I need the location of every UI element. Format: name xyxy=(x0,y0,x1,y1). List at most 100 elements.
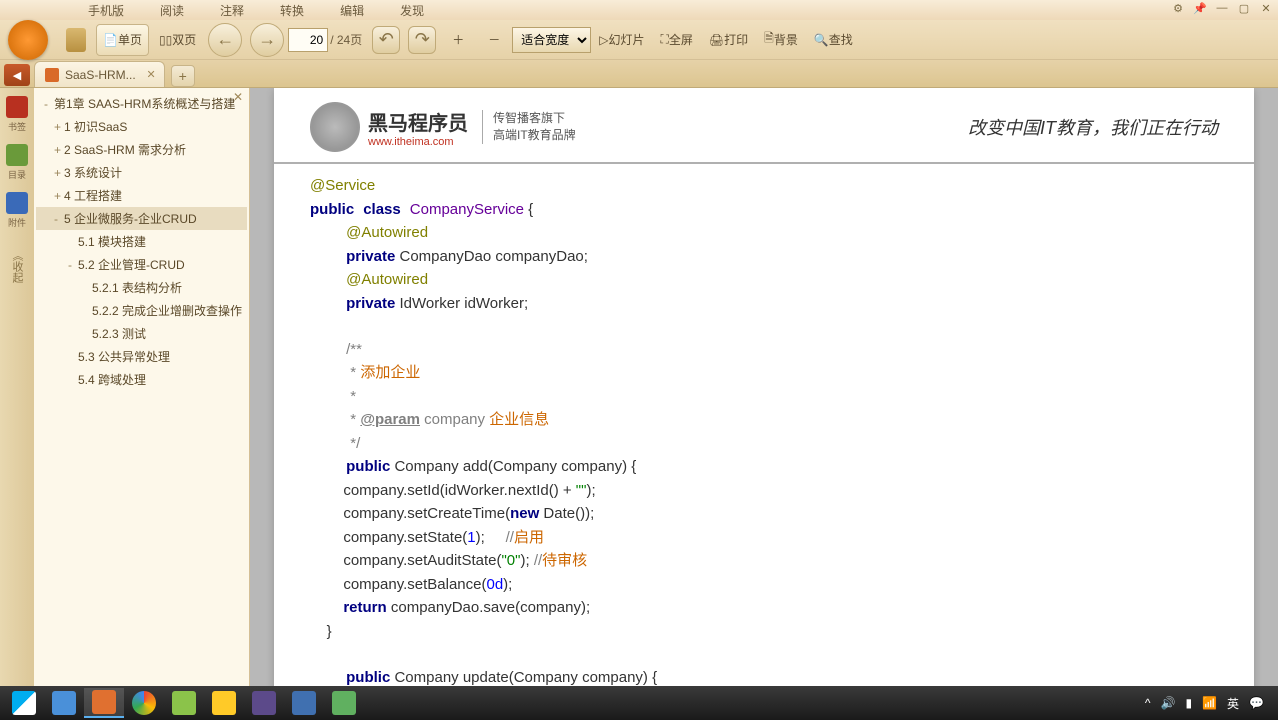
next-page-button[interactable]: → xyxy=(250,23,284,57)
brand-url: www.itheima.com xyxy=(368,136,468,148)
taskbar-app-2[interactable] xyxy=(84,688,124,718)
tab-title: SaaS-HRM... xyxy=(65,68,136,82)
outline-item[interactable]: 5.3 公共异常处理 xyxy=(36,345,247,368)
document-tab[interactable]: SaaS-HRM... ✕ xyxy=(34,61,165,87)
taskbar-app-8[interactable] xyxy=(324,688,364,718)
workspace: 书签 目录 附件 《收起 ✕ -第1章 SAAS-HRM系统概述与搭建+1 初识… xyxy=(0,88,1278,720)
outline-item[interactable]: 5.4 跨域处理 xyxy=(36,368,247,391)
single-page-button[interactable]: 📄单页 xyxy=(96,24,149,56)
new-tab-button[interactable]: + xyxy=(171,65,195,87)
window-controls: ⚙ 📌 — ▢ ✕ xyxy=(1170,2,1274,16)
print-button[interactable]: 🖨打印 xyxy=(703,24,754,56)
close-panel-icon[interactable]: ✕ xyxy=(233,90,243,104)
taskbar-explorer[interactable] xyxy=(204,688,244,718)
outline-label: 1 初识SaaS xyxy=(64,118,127,135)
expander-icon[interactable]: - xyxy=(54,212,64,226)
zoom-select[interactable]: 适合宽度 xyxy=(512,27,591,53)
outline-item[interactable]: 5.2.2 完成企业增删改查操作 xyxy=(36,299,247,322)
page-number-input[interactable] xyxy=(288,28,328,52)
tray-wifi-icon[interactable]: 📶 xyxy=(1202,696,1217,710)
expander-icon[interactable]: + xyxy=(54,143,64,157)
itheima-logo-icon xyxy=(310,102,360,152)
tray-volume-icon[interactable]: 🔊 xyxy=(1161,696,1176,710)
outline-item[interactable]: +2 SaaS-HRM 需求分析 xyxy=(36,138,247,161)
zoom-out-button[interactable]: － xyxy=(478,24,510,56)
expander-icon[interactable]: + xyxy=(54,166,64,180)
system-tray: ^ 🔊 ▮ 📶 英 💬 xyxy=(1145,695,1274,712)
outline-item[interactable]: -5.2 企业管理-CRUD xyxy=(36,253,247,276)
taskbar-chrome[interactable] xyxy=(124,688,164,718)
outline-item[interactable]: +3 系统设计 xyxy=(36,161,247,184)
taskbar-app-7[interactable] xyxy=(284,688,324,718)
page-total-label: / 24页 xyxy=(330,31,362,48)
menu-edit[interactable]: 编辑 xyxy=(322,2,382,19)
windows-taskbar: ^ 🔊 ▮ 📶 英 💬 xyxy=(0,686,1278,720)
outline-item[interactable]: -5 企业微服务-企业CRUD xyxy=(36,207,247,230)
bookmarks-button[interactable]: 书签 xyxy=(4,94,30,134)
outline-label: 3 系统设计 xyxy=(64,164,122,181)
dual-page-button[interactable]: ▯▯双页 xyxy=(153,24,202,56)
back-button[interactable]: ◀ xyxy=(4,64,30,86)
menu-read[interactable]: 阅读 xyxy=(142,2,202,19)
menu-annotate[interactable]: 注释 xyxy=(202,2,262,19)
prev-page-button[interactable]: ← xyxy=(208,23,242,57)
outline-label: 第1章 SAAS-HRM系统概述与搭建 xyxy=(54,95,235,112)
page-slogan: 改变中国IT教育，我们正在行动 xyxy=(968,114,1218,140)
menu-convert[interactable]: 转换 xyxy=(262,2,322,19)
outline-item[interactable]: +4 工程搭建 xyxy=(36,184,247,207)
close-icon[interactable]: ✕ xyxy=(1258,2,1274,16)
outline-label: 4 工程搭建 xyxy=(64,187,122,204)
tray-battery-icon[interactable]: ▮ xyxy=(1185,696,1192,710)
outline-label: 5.2.1 表结构分析 xyxy=(92,279,182,296)
app-logo-icon[interactable] xyxy=(8,20,48,60)
outline-item[interactable]: 5.1 模块搭建 xyxy=(36,230,247,253)
pdf-icon xyxy=(45,68,59,82)
menubar: 手机版 阅读 注释 转换 编辑 发现 xyxy=(0,0,1278,20)
zoom-in-button[interactable]: ＋ xyxy=(442,24,474,56)
menu-mobile[interactable]: 手机版 xyxy=(70,2,142,19)
expander-icon[interactable]: + xyxy=(54,189,64,203)
tray-chevron-icon[interactable]: ^ xyxy=(1145,696,1151,710)
start-button[interactable] xyxy=(4,688,44,718)
background-button[interactable]: 🗎背景 xyxy=(758,24,804,56)
maximize-icon[interactable]: ▢ xyxy=(1236,2,1252,16)
side-tool-strip: 书签 目录 附件 《收起 xyxy=(0,88,34,720)
code-content: @Service public class CompanyService { @… xyxy=(274,164,1254,709)
undo-button[interactable]: ↶ xyxy=(372,26,400,54)
outline-item[interactable]: 5.2.1 表结构分析 xyxy=(36,276,247,299)
collapse-vertical-label[interactable]: 《收起 xyxy=(9,250,25,283)
outline-label: 5.2.3 测试 xyxy=(92,325,146,342)
taskbar-app-4[interactable] xyxy=(164,688,204,718)
outline-item[interactable]: -第1章 SAAS-HRM系统概述与搭建 xyxy=(36,92,247,115)
expander-icon[interactable]: + xyxy=(54,120,64,134)
menu-discover[interactable]: 发现 xyxy=(382,2,442,19)
find-button[interactable]: 🔍查找 xyxy=(808,24,859,56)
outline-panel: ✕ -第1章 SAAS-HRM系统概述与搭建+1 初识SaaS+2 SaaS-H… xyxy=(34,88,250,720)
open-file-button[interactable] xyxy=(60,24,92,56)
slideshow-button[interactable]: ▷幻灯片 xyxy=(593,24,650,56)
settings-icon[interactable]: ⚙ xyxy=(1170,2,1186,16)
tray-notifications-icon[interactable]: 💬 xyxy=(1249,696,1264,710)
expander-icon[interactable]: - xyxy=(44,97,54,111)
expander-icon[interactable]: - xyxy=(68,258,78,272)
document-viewport[interactable]: 黑马程序员 www.itheima.com 传智播客旗下 高端IT教育品牌 改变… xyxy=(250,88,1278,720)
page-header: 黑马程序员 www.itheima.com 传智播客旗下 高端IT教育品牌 改变… xyxy=(274,88,1254,164)
redo-button[interactable]: ↷ xyxy=(408,26,436,54)
outline-item[interactable]: 5.2.3 测试 xyxy=(36,322,247,345)
minimize-icon[interactable]: — xyxy=(1214,2,1230,16)
fullscreen-button[interactable]: ⛶全屏 xyxy=(654,24,698,56)
attachments-button[interactable]: 附件 xyxy=(4,190,30,230)
tab-close-icon[interactable]: ✕ xyxy=(146,68,155,81)
outline-label: 5.2 企业管理-CRUD xyxy=(78,256,185,273)
outline-label: 5.1 模块搭建 xyxy=(78,233,146,250)
tray-ime[interactable]: 英 xyxy=(1227,695,1239,712)
document-page: 黑马程序员 www.itheima.com 传智播客旗下 高端IT教育品牌 改变… xyxy=(274,88,1254,720)
taskbar-app-1[interactable] xyxy=(44,688,84,718)
outline-label: 5.3 公共异常处理 xyxy=(78,348,170,365)
outline-label: 5.2.2 完成企业增删改查操作 xyxy=(92,302,242,319)
outline-button[interactable]: 目录 xyxy=(4,142,30,182)
outline-label: 5.4 跨域处理 xyxy=(78,371,146,388)
outline-item[interactable]: +1 初识SaaS xyxy=(36,115,247,138)
pin-icon[interactable]: 📌 xyxy=(1192,2,1208,16)
taskbar-app-6[interactable] xyxy=(244,688,284,718)
